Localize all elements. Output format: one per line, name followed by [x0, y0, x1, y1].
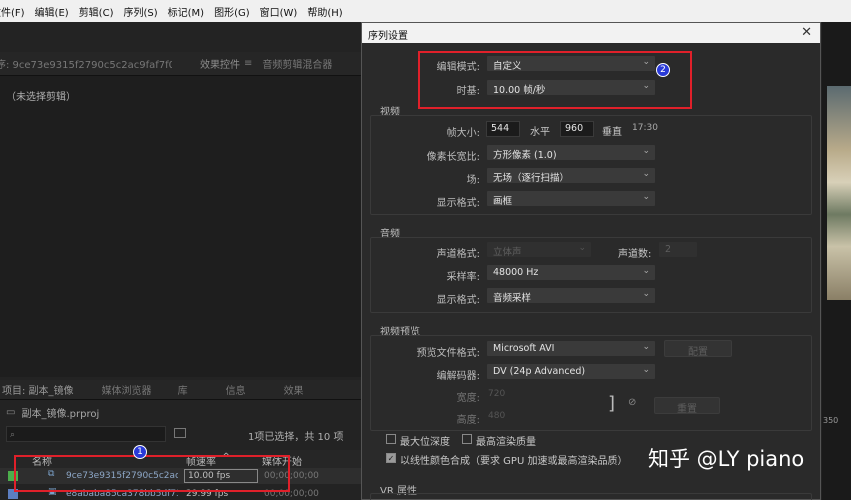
- max-bit-depth-label: 最大位深度: [400, 437, 450, 448]
- search-icon: ⌕: [10, 430, 16, 440]
- dialog-title: 序列设置: [368, 31, 408, 42]
- linear-color-label: 以线性颜色合成（要求 GPU 加速或最高渲染品质）: [400, 456, 628, 467]
- audio-display-format-value: 音频采样: [493, 293, 532, 304]
- chevron-down-icon: ⌄: [642, 365, 650, 375]
- watermark: 知乎 @LY piano: [648, 447, 805, 471]
- preview-format-value: Microsoft AVI: [493, 343, 555, 354]
- panel-tabs: 序: 9ce73e9315f2790c5c2ac9faf7f07ca.mp4 效…: [0, 52, 362, 76]
- chevron-down-icon: ⌄: [642, 146, 650, 156]
- preview-width-value: 720: [488, 389, 506, 399]
- chevron-down-icon: ⌄: [642, 289, 650, 299]
- close-icon[interactable]: ✕: [801, 25, 812, 40]
- preview-width-label: 宽度:: [456, 393, 480, 404]
- pixel-aspect-value: 方形像素 (1.0): [493, 150, 557, 161]
- tab-effects[interactable]: 效果: [284, 382, 304, 397]
- channel-format-select[interactable]: 立体声 ⌄: [486, 241, 592, 258]
- preview-height-value: 480: [488, 411, 506, 421]
- frame-size-label: 帧大小:: [446, 128, 480, 139]
- reset-button[interactable]: 重置: [654, 397, 720, 415]
- bin-icon[interactable]: [174, 428, 186, 438]
- premiere-window: 文件(F) 编辑(E) 剪辑(C) 序列(S) 标记(M) 图形(G) 窗口(W…: [0, 0, 851, 500]
- frame-height-input[interactable]: 960: [560, 121, 594, 137]
- tab-project[interactable]: 项目: 副本_镜像: [2, 382, 74, 397]
- display-format-select[interactable]: 画框 ⌄: [486, 190, 656, 207]
- sample-rate-label: 采样率:: [446, 272, 480, 283]
- channel-count-label: 声道数:: [618, 249, 652, 260]
- codec-label: 编解码器:: [436, 371, 480, 382]
- annotation-box-2: [418, 51, 692, 109]
- aspect-ratio: 17:30: [632, 123, 658, 133]
- preview-format-label: 预览文件格式:: [416, 348, 480, 359]
- sequence-settings-dialog: 序列设置 ✕ 编辑模式: 自定义 ⌄ 时基: 10.00 帧/秒 ⌄ 2 视频 …: [361, 22, 821, 500]
- display-format-value: 画框: [493, 196, 513, 207]
- chevron-down-icon: ⌄: [642, 169, 650, 179]
- field-select[interactable]: 无场（逐行扫描） ⌄: [486, 167, 656, 184]
- chevron-down-icon: ⌄: [642, 342, 650, 352]
- tab-media-browser[interactable]: 媒体浏览器: [102, 382, 152, 397]
- vr-section: [370, 493, 812, 500]
- sample-rate-select[interactable]: 48000 Hz ⌄: [486, 264, 656, 281]
- menu-window[interactable]: 窗口(W): [255, 4, 303, 19]
- channel-format-label: 声道格式:: [436, 249, 480, 260]
- chevron-down-icon: ⌄: [642, 192, 650, 202]
- annotation-badge-2: 2: [656, 63, 670, 77]
- tab-effect-controls[interactable]: 效果控件: [200, 56, 240, 71]
- max-render-quality-checkbox[interactable]: [462, 434, 472, 444]
- timeline-number: 350: [823, 416, 839, 425]
- pixel-aspect-label: 像素长宽比:: [426, 152, 480, 163]
- folder-icon: ▭: [6, 406, 16, 418]
- linear-color-checkbox[interactable]: ✓: [386, 453, 396, 463]
- link-bracket-icon: ]: [608, 393, 616, 414]
- project-search-input[interactable]: ⌕: [6, 426, 166, 442]
- no-clip-label: （未选择剪辑）: [6, 92, 76, 103]
- channel-count-field[interactable]: 2: [658, 241, 698, 258]
- chevron-down-icon: ⌄: [642, 266, 650, 276]
- pixel-aspect-select[interactable]: 方形像素 (1.0) ⌄: [486, 144, 656, 161]
- horizontal-label: 水平: [530, 127, 550, 138]
- audio-display-format-label: 显示格式:: [436, 295, 480, 306]
- tab-source[interactable]: 序: 9ce73e9315f2790c5c2ac9faf7f07ca.mp4: [0, 56, 172, 71]
- project-tabs: 项目: 副本_镜像 媒体浏览器 库 信息 效果: [0, 380, 362, 400]
- selection-status: 1项已选择，共 10 项: [248, 432, 344, 443]
- menu-sequence[interactable]: 序列(S): [118, 4, 162, 19]
- menu-clip[interactable]: 剪辑(C): [74, 4, 119, 19]
- field-value: 无场（逐行扫描）: [493, 173, 570, 184]
- annotation-badge-1: 1: [133, 445, 147, 459]
- dialog-titlebar: 序列设置 ✕: [362, 23, 820, 43]
- preview-image: [827, 86, 851, 300]
- field-label: 场:: [466, 175, 480, 186]
- annotation-box-1: [14, 455, 290, 492]
- chevron-down-icon: ⌄: [578, 243, 586, 253]
- menu-lines-icon[interactable]: ≡: [244, 58, 252, 69]
- tab-info[interactable]: 信息: [226, 382, 246, 397]
- menu-marker[interactable]: 标记(M): [163, 4, 209, 19]
- menu-bar: 文件(F) 编辑(E) 剪辑(C) 序列(S) 标记(M) 图形(G) 窗口(W…: [0, 0, 851, 22]
- link-chain-icon[interactable]: ⊘: [628, 397, 636, 408]
- menu-edit[interactable]: 编辑(E): [30, 4, 74, 19]
- tab-libraries[interactable]: 库: [178, 382, 188, 397]
- menu-graphics[interactable]: 图形(G): [209, 4, 255, 19]
- max-render-quality-label: 最高渲染质量: [476, 437, 536, 448]
- channel-format-value: 立体声: [493, 247, 522, 258]
- menu-file[interactable]: 文件(F): [0, 4, 30, 19]
- preview-height-label: 高度:: [456, 415, 480, 426]
- codec-value: DV (24p Advanced): [493, 366, 586, 377]
- menu-help[interactable]: 帮助(H): [302, 4, 347, 19]
- vertical-label: 垂直: [602, 127, 622, 138]
- display-format-label: 显示格式:: [436, 198, 480, 209]
- preview-format-select[interactable]: Microsoft AVI ⌄: [486, 340, 656, 357]
- codec-select[interactable]: DV (24p Advanced) ⌄: [486, 363, 656, 380]
- configure-button[interactable]: 配置: [664, 340, 732, 358]
- project-file-row: ▭ 副本_镜像.prproj: [0, 402, 362, 422]
- frame-width-input[interactable]: 544: [486, 121, 520, 137]
- tab-audio-mixer[interactable]: 音频剪辑混合器: [262, 56, 332, 71]
- sample-rate-value: 48000 Hz: [493, 267, 539, 278]
- audio-display-format-select[interactable]: 音频采样 ⌄: [486, 287, 656, 304]
- project-file-name: 副本_镜像.prproj: [21, 408, 100, 420]
- max-bit-depth-checkbox[interactable]: [386, 434, 396, 444]
